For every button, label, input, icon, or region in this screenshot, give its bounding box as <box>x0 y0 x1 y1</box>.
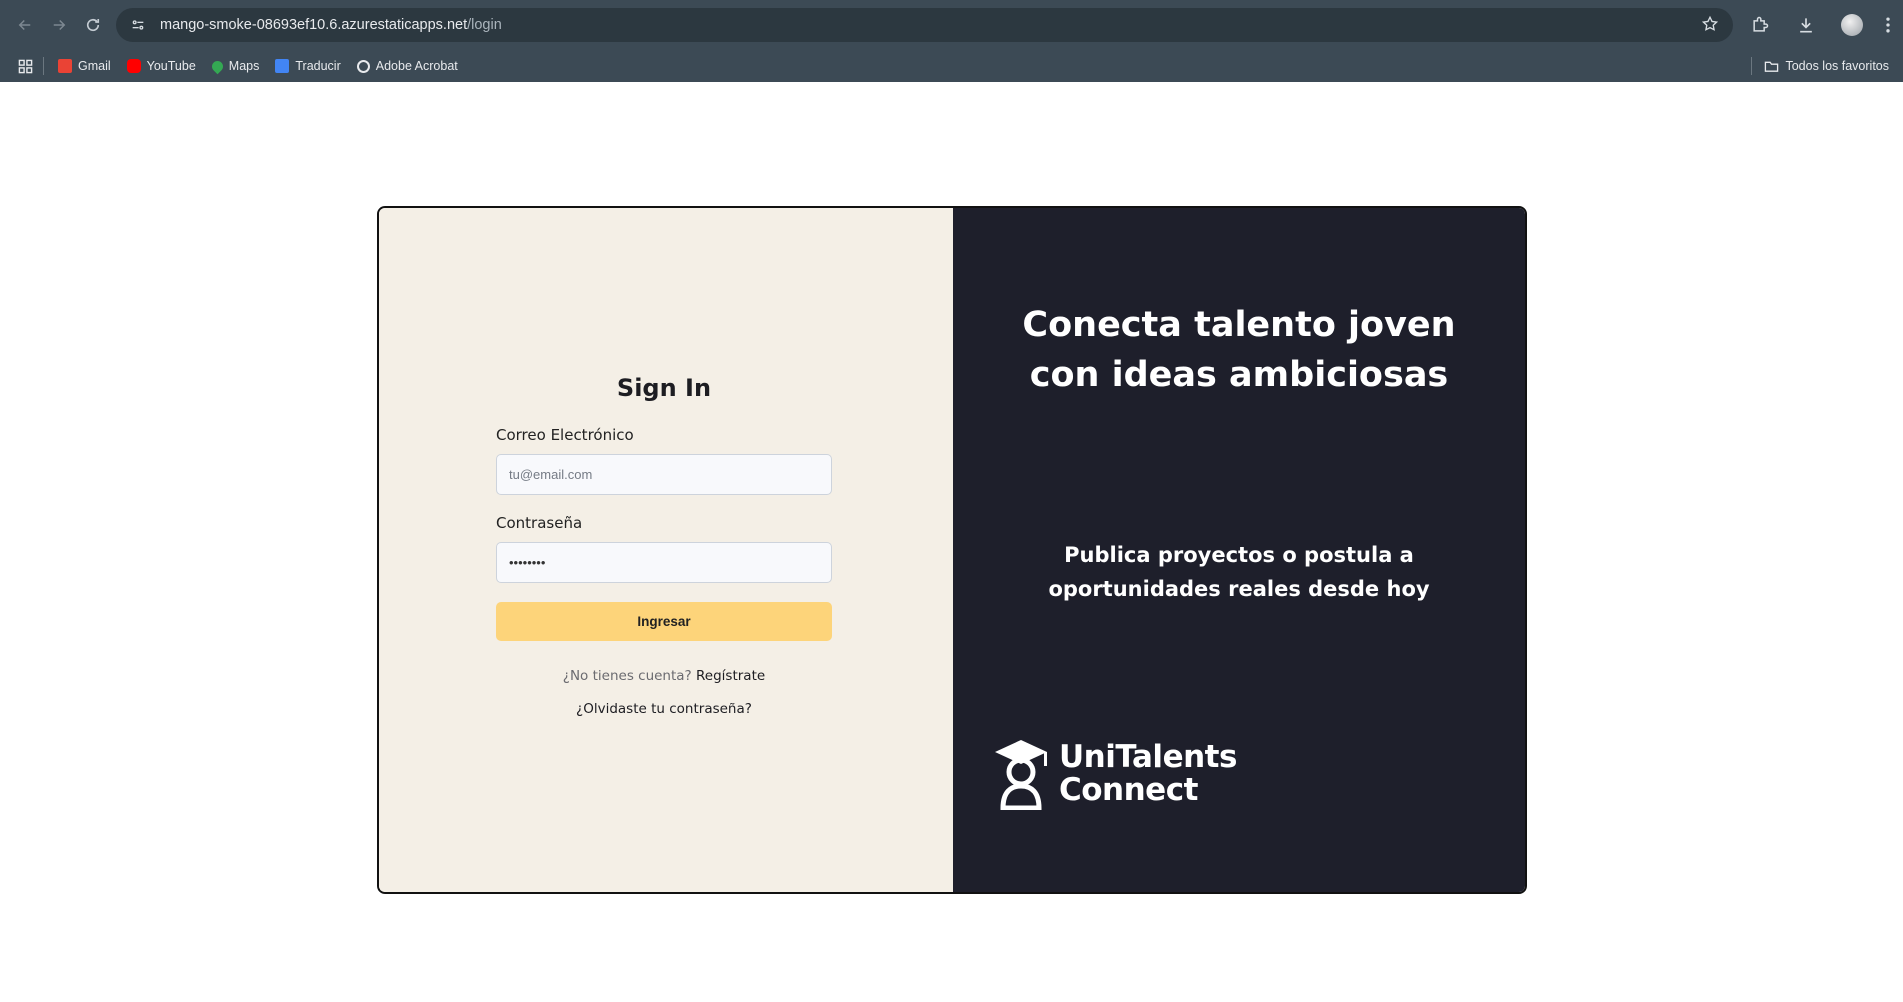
all-bookmarks-button[interactable]: Todos los favoritos <box>1745 57 1889 75</box>
back-button[interactable] <box>8 8 42 42</box>
password-field[interactable] <box>496 542 832 583</box>
reload-icon <box>86 18 100 32</box>
login-form: Sign In Correo Electrónico Contraseña In… <box>496 374 832 717</box>
gmail-icon <box>58 59 72 73</box>
hero-panel: Conecta talento joven con ideas ambicios… <box>953 208 1525 892</box>
url-host: mango-smoke-08693ef10.6.azurestaticapps.… <box>160 17 468 33</box>
bookmark-maps[interactable]: Maps <box>204 53 268 79</box>
forgot-password-link[interactable]: ¿Olvidaste tu contraseña? <box>496 701 832 717</box>
address-bar[interactable]: mango-smoke-08693ef10.6.azurestaticapps.… <box>116 8 1733 42</box>
page-content: Sign In Correo Electrónico Contraseña In… <box>0 82 1903 1002</box>
brand-line-1: UniTalents <box>1059 739 1237 775</box>
graduate-icon <box>995 740 1047 810</box>
url-path: /login <box>467 17 502 33</box>
password-label: Contraseña <box>496 514 583 532</box>
brand-logo: UniTalents Connect <box>993 738 1237 810</box>
no-account-text: ¿No tienes cuenta? <box>562 668 692 684</box>
bookmark-label: Adobe Acrobat <box>375 59 458 73</box>
bookmark-gmail[interactable]: Gmail <box>50 53 119 79</box>
bookmark-label: Maps <box>228 59 260 73</box>
browser-toolbar: mango-smoke-08693ef10.6.azurestaticapps.… <box>0 0 1903 50</box>
apps-button[interactable] <box>14 53 37 79</box>
downloads-button[interactable] <box>1789 8 1823 42</box>
bookmarks-bar: Gmail YouTube Maps Traducir Adobe Acroba… <box>0 50 1903 82</box>
bookmark-star-icon[interactable] <box>1701 15 1721 35</box>
site-info-icon[interactable] <box>128 15 148 35</box>
bookmark-label: Traducir <box>295 59 341 73</box>
reload-button[interactable] <box>76 8 110 42</box>
hero-subtitle: Publica proyectos o postula a oportunida… <box>1048 543 1430 601</box>
register-row: ¿No tienes cuenta? Regístrate <box>496 668 832 684</box>
register-link[interactable]: Regístrate <box>696 668 765 684</box>
avatar <box>1841 14 1863 36</box>
login-card: Sign In Correo Electrónico Contraseña In… <box>377 206 1527 894</box>
brand-line-2: Connect <box>1059 772 1198 808</box>
email-label: Correo Electrónico <box>496 426 634 444</box>
all-bookmarks-label: Todos los favoritos <box>1785 59 1889 73</box>
submit-button[interactable]: Ingresar <box>496 602 832 641</box>
arrow-left-icon <box>18 19 31 31</box>
youtube-icon <box>126 59 141 73</box>
translate-icon <box>275 59 290 73</box>
login-panel: Sign In Correo Electrónico Contraseña In… <box>379 208 953 892</box>
forward-button[interactable] <box>42 8 76 42</box>
bookmark-label: YouTube <box>146 59 196 73</box>
folder-icon <box>1765 61 1779 72</box>
page-title: Sign In <box>616 374 712 402</box>
arrow-right-icon <box>53 19 66 31</box>
menu-button[interactable] <box>1881 8 1895 42</box>
bookmarks-separator <box>43 57 44 75</box>
extensions-button[interactable] <box>1743 8 1777 42</box>
email-field[interactable] <box>496 454 832 495</box>
brand-wordmark: UniTalents Connect <box>1059 741 1237 807</box>
bookmark-adobe-acrobat[interactable]: Adobe Acrobat <box>349 53 466 79</box>
url-text: mango-smoke-08693ef10.6.azurestaticapps.… <box>160 17 1701 33</box>
hero-title: Conecta talento joven con ideas ambicios… <box>1022 305 1456 395</box>
globe-icon <box>356 59 370 73</box>
bookmark-traducir[interactable]: Traducir <box>267 53 348 79</box>
bookmark-label: Gmail <box>78 59 111 73</box>
auth-links: ¿No tienes cuenta? Regístrate ¿Olvidaste… <box>496 668 832 717</box>
more-vert-icon <box>1886 17 1890 33</box>
maps-pin-icon <box>209 58 226 74</box>
bookmark-youtube[interactable]: YouTube <box>119 53 204 79</box>
download-icon <box>1800 18 1812 33</box>
profile-button[interactable] <box>1835 8 1869 42</box>
bookmarks-separator <box>1751 57 1753 75</box>
browser-chrome: mango-smoke-08693ef10.6.azurestaticapps.… <box>0 0 1903 82</box>
puzzle-icon <box>1753 16 1769 32</box>
apps-grid-icon <box>18 59 33 73</box>
